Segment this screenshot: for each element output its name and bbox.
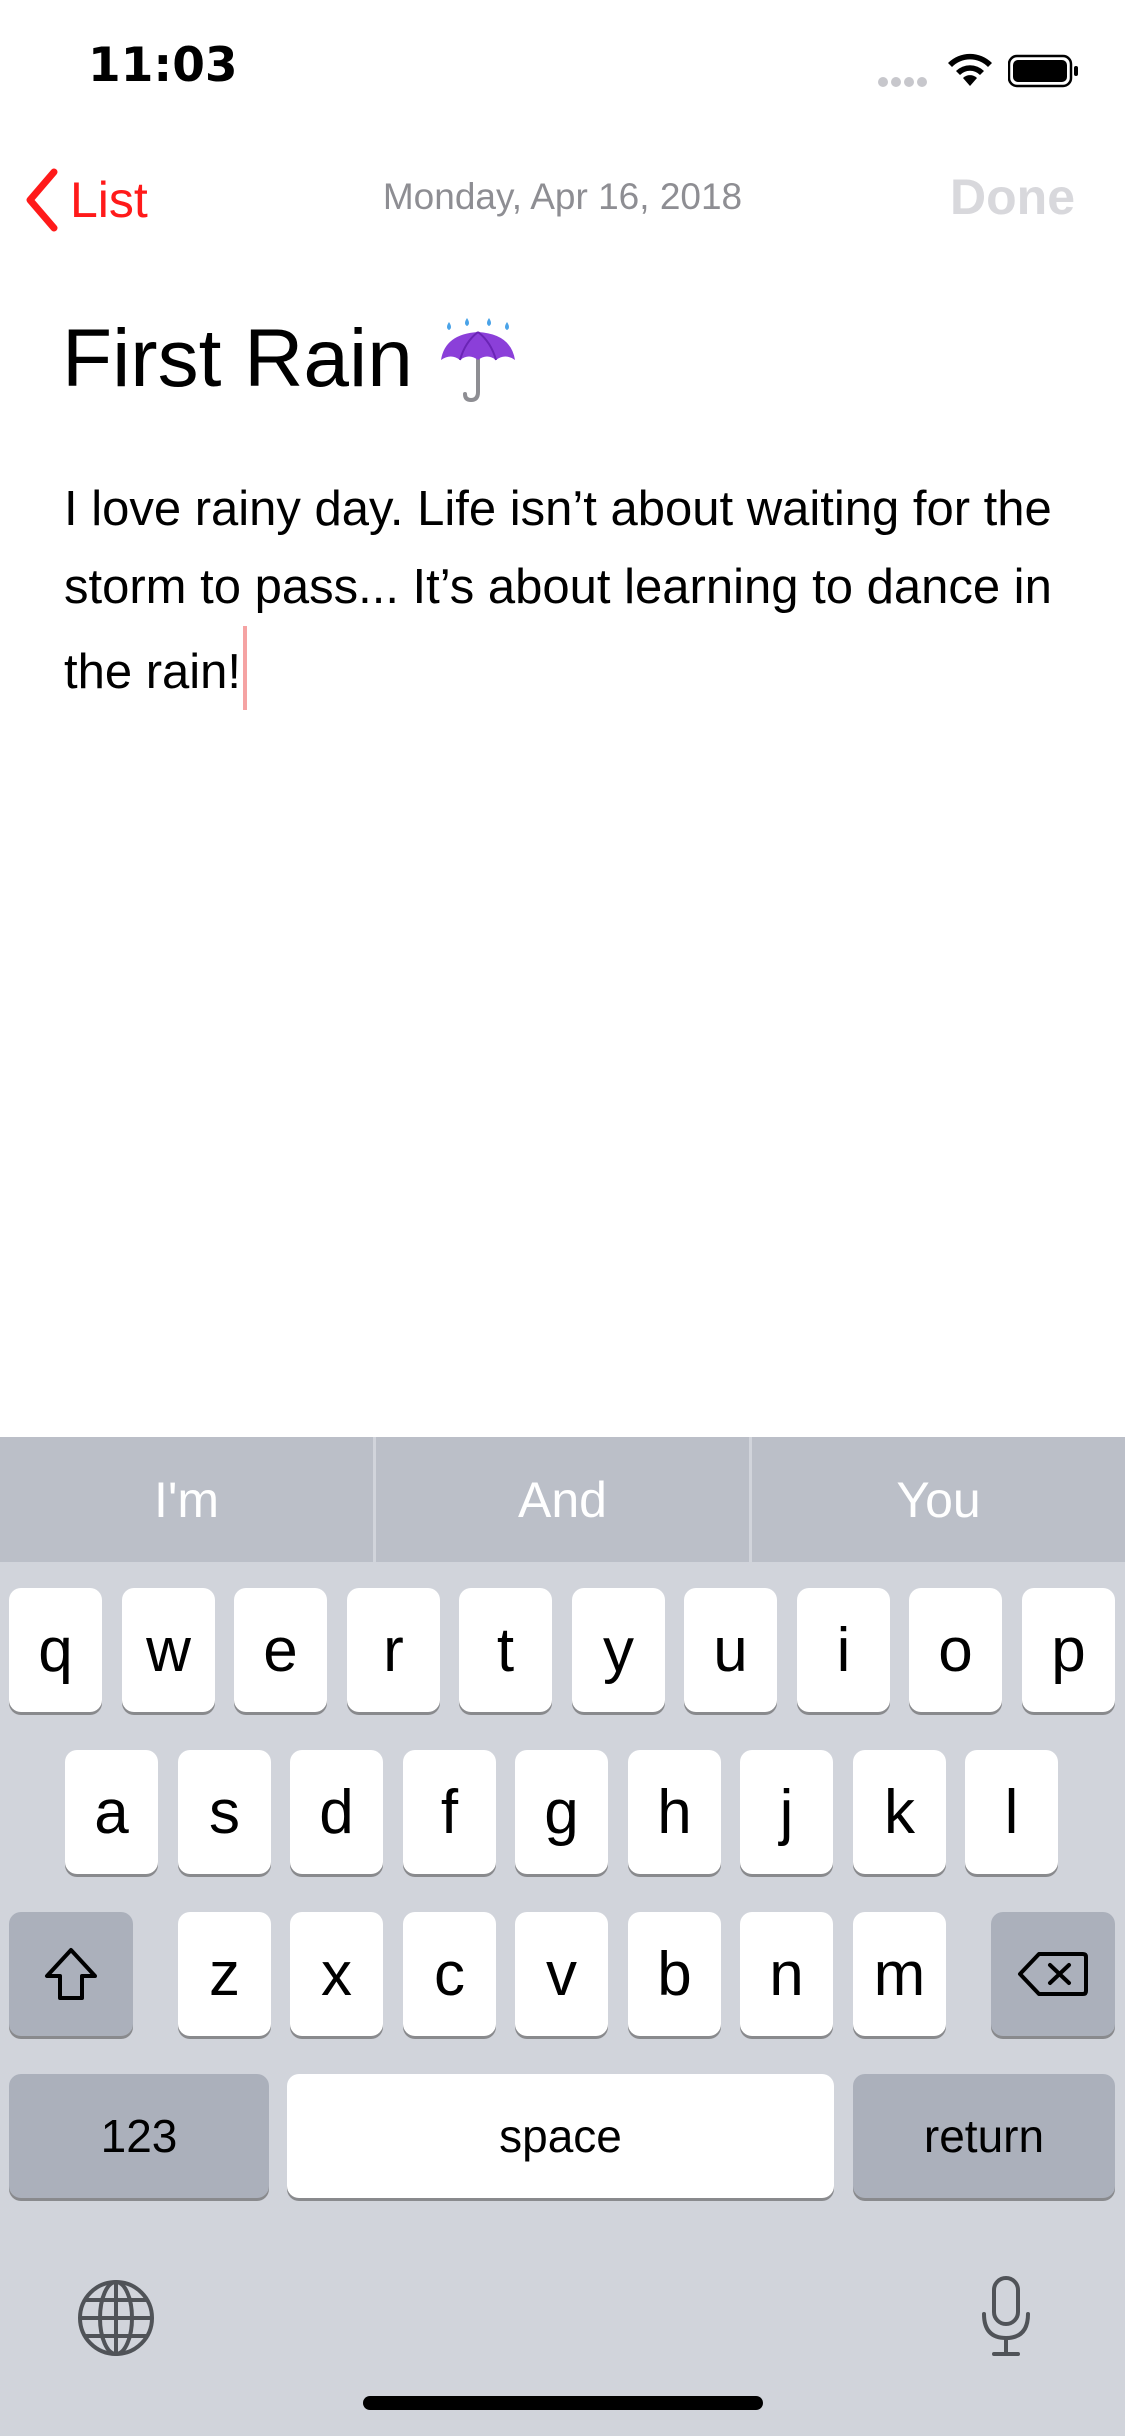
key-r[interactable]: r bbox=[347, 1588, 440, 1712]
key-w[interactable]: w bbox=[122, 1588, 215, 1712]
umbrella-with-rain-icon bbox=[440, 318, 515, 402]
key-h[interactable]: h bbox=[628, 1750, 721, 1874]
numbers-key[interactable]: 123 bbox=[9, 2074, 269, 2198]
key-a[interactable]: a bbox=[65, 1750, 158, 1874]
delete-icon bbox=[1018, 1952, 1088, 1996]
key-l[interactable]: l bbox=[965, 1750, 1058, 1874]
key-t[interactable]: t bbox=[459, 1588, 552, 1712]
done-button[interactable]: Done bbox=[950, 168, 1075, 226]
key-j[interactable]: j bbox=[740, 1750, 833, 1874]
key-y[interactable]: y bbox=[572, 1588, 665, 1712]
key-x[interactable]: x bbox=[290, 1912, 383, 2036]
key-e[interactable]: e bbox=[234, 1588, 327, 1712]
space-key[interactable]: space bbox=[287, 2074, 834, 2198]
key-b[interactable]: b bbox=[628, 1912, 721, 2036]
note-title[interactable]: First Rain bbox=[62, 312, 521, 406]
key-c[interactable]: c bbox=[403, 1912, 496, 2036]
key-o[interactable]: o bbox=[909, 1588, 1002, 1712]
key-f[interactable]: f bbox=[403, 1750, 496, 1874]
note-body[interactable]: I love rainy day. Life isn’t about waiti… bbox=[64, 470, 1064, 711]
globe-icon[interactable] bbox=[76, 2278, 156, 2358]
suggestion-bar: I'm And You bbox=[0, 1437, 1125, 1562]
key-v[interactable]: v bbox=[515, 1912, 608, 2036]
text-cursor bbox=[243, 626, 248, 710]
key-i[interactable]: i bbox=[797, 1588, 890, 1712]
key-u[interactable]: u bbox=[684, 1588, 777, 1712]
battery-icon bbox=[1008, 54, 1078, 88]
suggestion-3[interactable]: You bbox=[752, 1437, 1125, 1562]
key-k[interactable]: k bbox=[853, 1750, 946, 1874]
key-z[interactable]: z bbox=[178, 1912, 271, 2036]
wifi-icon bbox=[948, 53, 992, 86]
keyboard: I'm And You q w e r t y u i o p a s d f … bbox=[0, 1437, 1125, 2436]
key-p[interactable]: p bbox=[1022, 1588, 1115, 1712]
signal-dots-icon bbox=[878, 72, 932, 87]
shift-key[interactable] bbox=[9, 1912, 133, 2036]
key-q[interactable]: q bbox=[9, 1588, 102, 1712]
note-body-text: I love rainy day. Life isn’t about waiti… bbox=[64, 482, 1052, 699]
suggestion-1[interactable]: I'm bbox=[0, 1437, 373, 1562]
key-g[interactable]: g bbox=[515, 1750, 608, 1874]
note-title-text: First Rain bbox=[62, 313, 413, 404]
key-d[interactable]: d bbox=[290, 1750, 383, 1874]
suggestion-2[interactable]: And bbox=[376, 1437, 749, 1562]
status-time: 11:03 bbox=[88, 38, 238, 93]
home-indicator[interactable] bbox=[363, 2396, 763, 2410]
shift-icon bbox=[45, 1948, 97, 2000]
microphone-icon[interactable] bbox=[980, 2274, 1032, 2360]
key-s[interactable]: s bbox=[178, 1750, 271, 1874]
return-key[interactable]: return bbox=[853, 2074, 1115, 2198]
key-m[interactable]: m bbox=[853, 1912, 946, 2036]
key-n[interactable]: n bbox=[740, 1912, 833, 2036]
delete-key[interactable] bbox=[991, 1912, 1115, 2036]
